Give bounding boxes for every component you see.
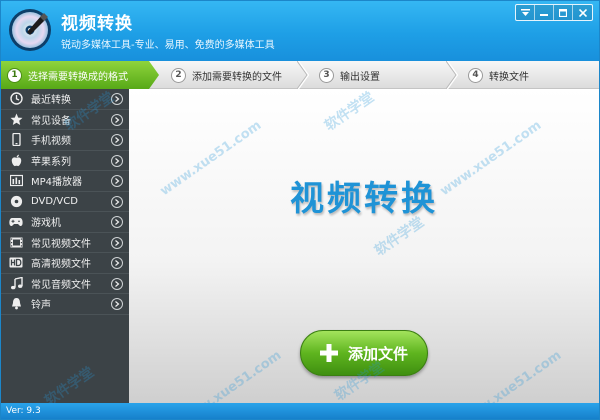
- step-number: 3: [319, 67, 334, 83]
- chevron-right-icon: [111, 175, 123, 187]
- minimize-button[interactable]: [535, 5, 554, 20]
- close-icon: [578, 8, 587, 17]
- disc-icon: [9, 194, 23, 208]
- chevron-right-icon: [111, 236, 123, 249]
- step-3[interactable]: 3 输出设置: [319, 61, 380, 89]
- sidebar-item-label: 铃声: [31, 300, 51, 312]
- plus-icon: [319, 344, 338, 362]
- sidebar-item-label: 高清视频文件: [31, 259, 91, 271]
- sidebar-item-mobile-video[interactable]: 手机视频: [1, 130, 129, 151]
- sidebar-item-common-audio-files[interactable]: 常见音频文件: [1, 274, 129, 294]
- sidebar-item-dvd-vcd[interactable]: DVD/VCD: [1, 192, 129, 212]
- chevron-right-icon: [111, 154, 123, 167]
- chevron-right-icon: [111, 113, 123, 126]
- sidebar-item-label: 常见音频文件: [31, 279, 91, 291]
- chevron-right-icon: [111, 195, 123, 208]
- steps-bar: 1 选择需要转换成的格式 2 添加需要转换的文件 3 输出设置 4 转换文件: [1, 61, 599, 89]
- step-label: 转换文件: [489, 71, 529, 83]
- main-title: 视频转换: [290, 179, 438, 219]
- sidebar-item-recent[interactable]: 最近转换: [1, 89, 129, 110]
- step-number: 4: [468, 67, 483, 83]
- app-title: 视频转换: [61, 14, 133, 34]
- chevron-right-icon: [111, 298, 123, 310]
- bell-icon: [9, 297, 23, 311]
- star-icon: [9, 112, 23, 126]
- step-label: 选择需要转换成的格式: [28, 71, 128, 83]
- hd-icon: [9, 256, 23, 270]
- sidebar-item-label: DVD/VCD: [31, 195, 78, 207]
- sidebar-item-label: 游戏机: [31, 218, 61, 230]
- step-4[interactable]: 4 转换文件: [468, 61, 529, 89]
- step-number: 1: [7, 67, 22, 83]
- chevron-right-icon: [111, 134, 123, 146]
- chevron-right-icon: [111, 277, 123, 290]
- add-file-label: 添加文件: [347, 344, 408, 363]
- maximize-button[interactable]: [554, 5, 573, 20]
- sidebar-item-label: 苹果系列: [31, 156, 71, 168]
- phone-icon: [9, 133, 23, 147]
- chevron-right-icon: [111, 93, 123, 105]
- minimize-icon: [540, 13, 548, 16]
- version-label: Ver: 9.3: [6, 406, 41, 416]
- sidebar-item-hd-video-files[interactable]: 高清视频文件: [1, 253, 129, 274]
- mp4-player-icon: [9, 174, 23, 188]
- sidebar-item-label: 常见设备: [31, 115, 71, 127]
- chevron-right-icon: [111, 216, 123, 228]
- sidebar-item-label: 常见视频文件: [31, 238, 91, 250]
- sidebar-item-label: MP4播放器: [31, 177, 83, 189]
- window-controls: [515, 4, 593, 21]
- title-bar: 视频转换 锐动多媒体工具-专业、易用、免费的多媒体工具: [1, 1, 599, 61]
- sidebar-item-ringtones[interactable]: 铃声: [1, 294, 129, 315]
- main-panel: 视频转换 添加文件: [129, 89, 599, 403]
- sidebar-item-game-console[interactable]: 游戏机: [1, 212, 129, 233]
- gamepad-icon: [9, 215, 23, 229]
- music-icon: [9, 276, 23, 290]
- category-sidebar: 最近转换 常见设备 手机视频 苹果系列 MP4播放器 DVD/VCD 游戏机 常…: [1, 89, 129, 403]
- step-label: 输出设置: [340, 71, 380, 83]
- menu-dropdown-icon: [520, 8, 530, 16]
- app-subtitle: 锐动多媒体工具-专业、易用、免费的多媒体工具: [61, 40, 275, 51]
- sidebar-item-apple[interactable]: 苹果系列: [1, 151, 129, 171]
- sidebar-item-common-devices[interactable]: 常见设备: [1, 110, 129, 130]
- step-number: 2: [171, 67, 186, 83]
- menu-button[interactable]: [516, 5, 535, 20]
- film-icon: [9, 235, 23, 249]
- app-logo-icon: [9, 9, 51, 51]
- step-separator-icon: [446, 61, 458, 89]
- sidebar-item-label: 最近转换: [31, 95, 71, 107]
- step-label: 添加需要转换的文件: [192, 71, 282, 83]
- close-button[interactable]: [573, 5, 592, 20]
- sidebar-item-label: 手机视频: [31, 136, 71, 148]
- app-window: 视频转换 锐动多媒体工具-专业、易用、免费的多媒体工具 1 选择需要转换成的格式: [0, 0, 600, 420]
- clock-icon: [9, 92, 23, 106]
- step-2[interactable]: 2 添加需要转换的文件: [171, 61, 282, 89]
- maximize-icon: [559, 8, 567, 17]
- apple-icon: [9, 153, 23, 167]
- step-1[interactable]: 1 选择需要转换成的格式: [1, 61, 159, 89]
- sidebar-item-mp4-player[interactable]: MP4播放器: [1, 171, 129, 192]
- add-file-button[interactable]: 添加文件: [300, 330, 428, 376]
- sidebar-item-common-video-files[interactable]: 常见视频文件: [1, 233, 129, 253]
- status-bar: Ver: 9.3: [1, 403, 599, 419]
- step-separator-icon: [297, 61, 309, 89]
- chevron-right-icon: [111, 257, 123, 269]
